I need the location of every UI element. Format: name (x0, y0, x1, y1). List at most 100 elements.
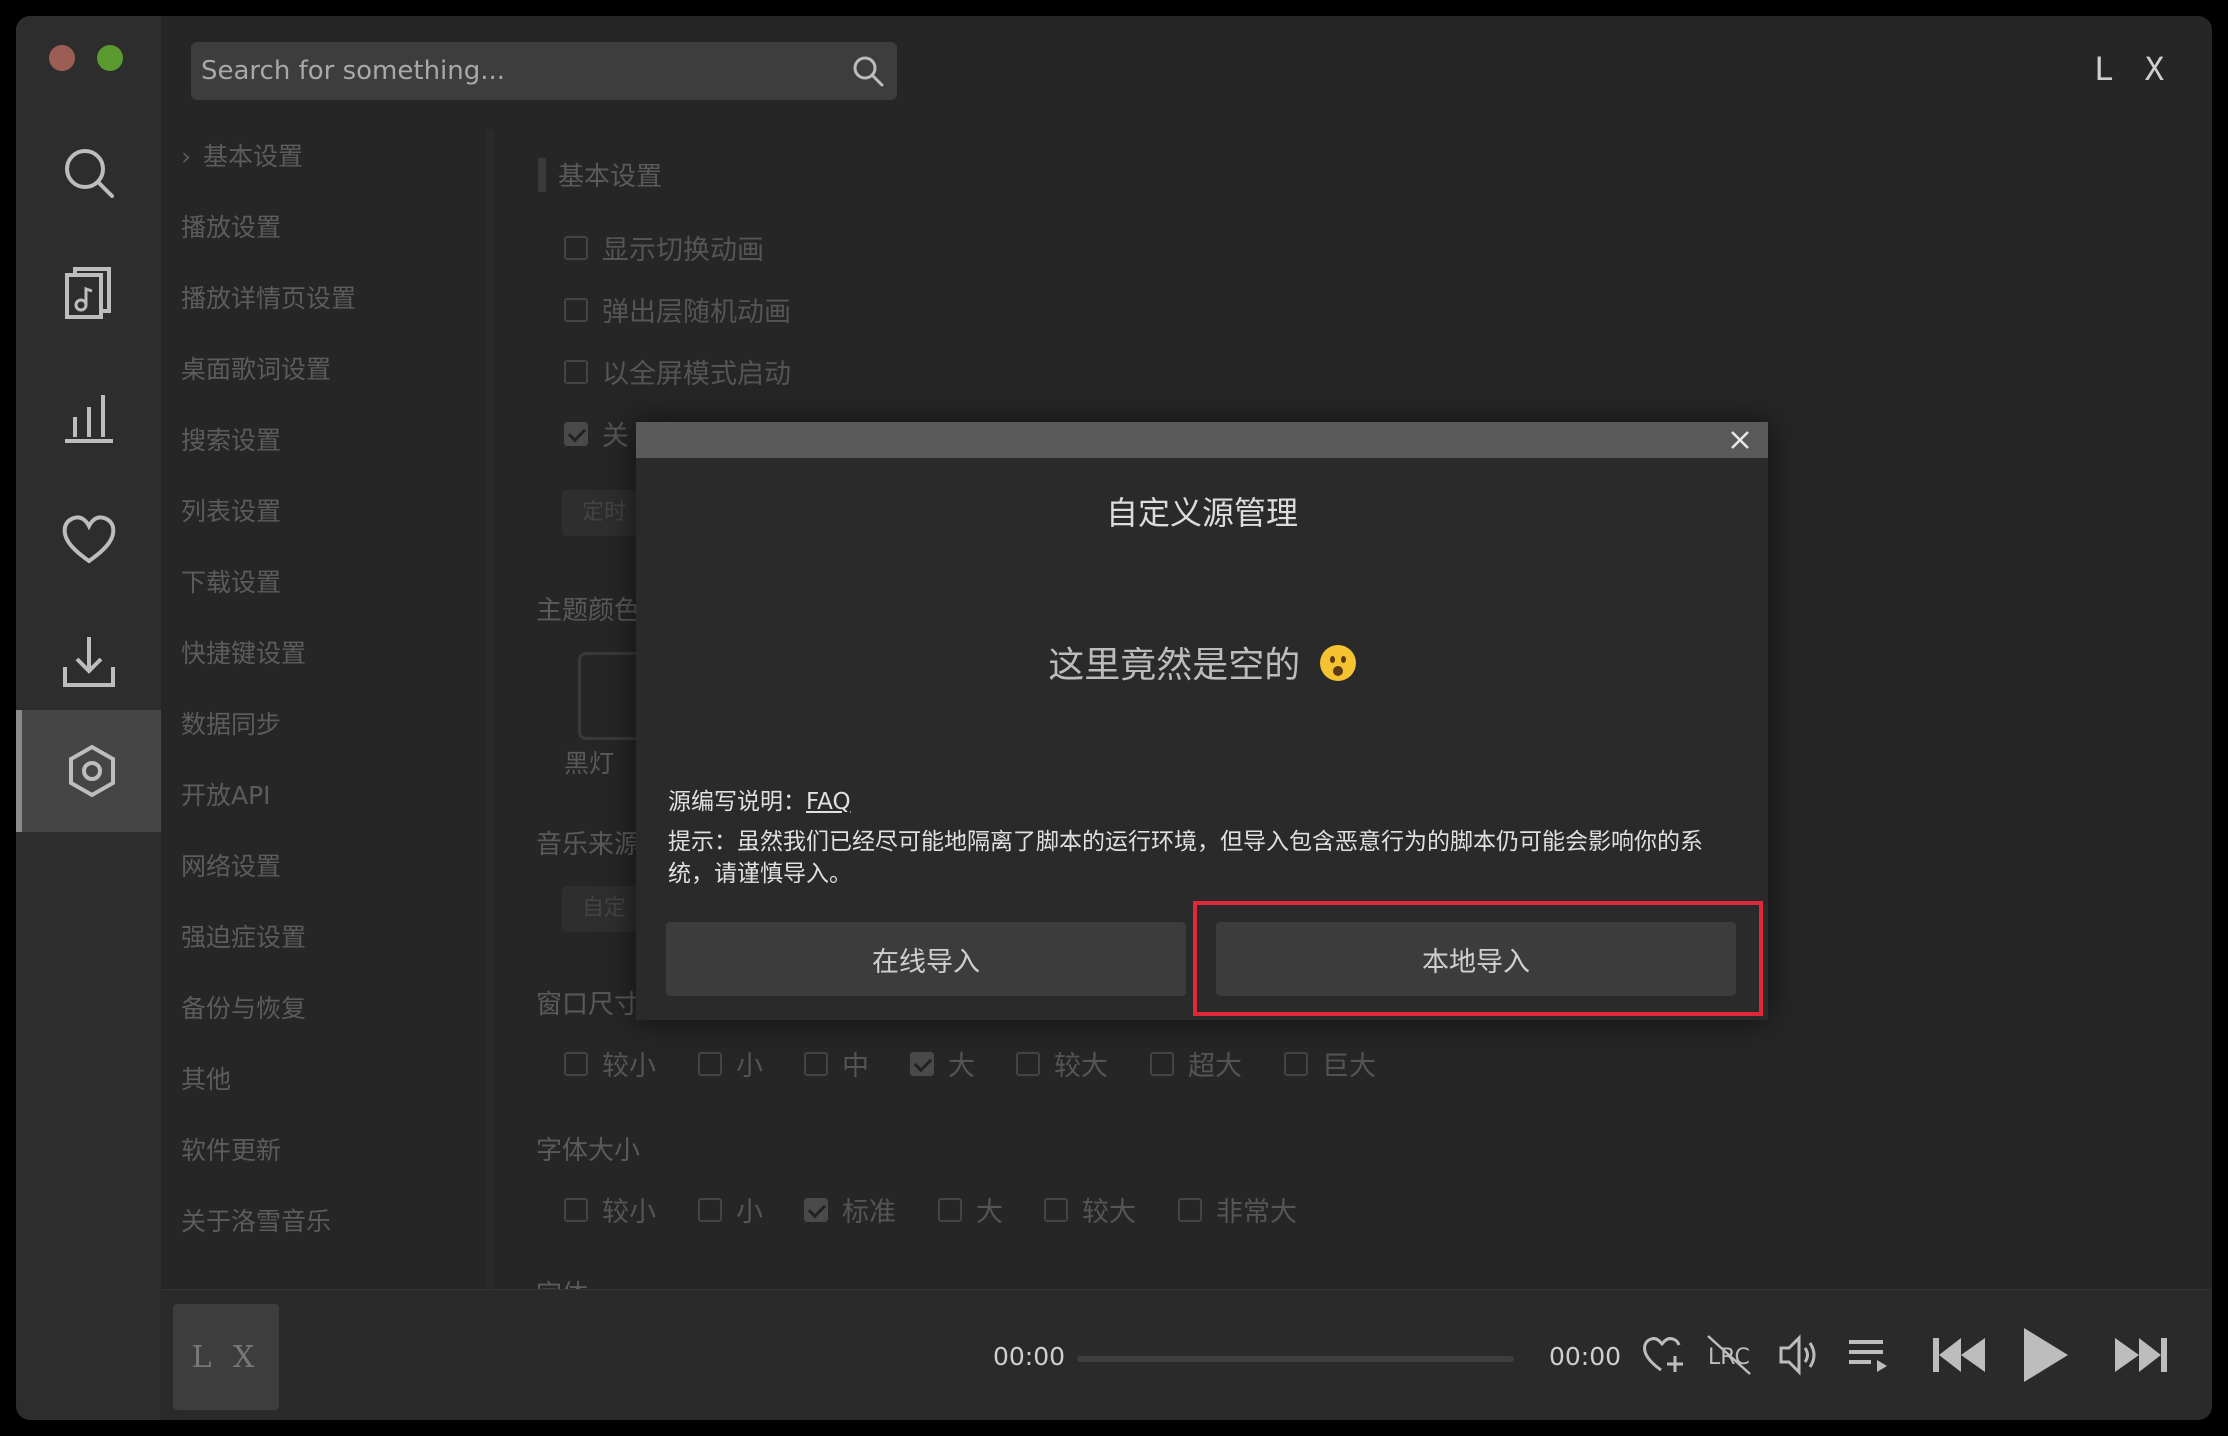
lyrics-button[interactable]: LRC (1706, 1330, 1758, 1380)
total-time: 00:00 (1549, 1342, 1622, 1371)
menu-item-play-detail[interactable]: 播放详情页设置 (161, 273, 481, 344)
next-icon (2115, 1338, 2167, 1372)
close-icon[interactable] (1726, 426, 1754, 454)
checkbox[interactable] (698, 1197, 722, 1222)
player-bar: L X 00:00 00:00 LRC (161, 1289, 2212, 1420)
checkbox[interactable] (564, 1051, 588, 1076)
window-size-option[interactable]: 小 (698, 1044, 763, 1083)
checkbox[interactable] (698, 1051, 722, 1076)
music-doc-icon (64, 267, 111, 319)
option-close[interactable]: 关 (564, 414, 629, 453)
menu-item-play[interactable]: 播放设置 (161, 202, 481, 273)
online-import-button[interactable]: 在线导入 (666, 922, 1186, 996)
menu-item-open-api[interactable]: 开放API (161, 770, 481, 841)
checkbox[interactable] (804, 1051, 828, 1076)
menu-item-update[interactable]: 软件更新 (161, 1125, 481, 1196)
previous-button[interactable] (1929, 1330, 1989, 1380)
option-switch-anim[interactable]: 显示切换动画 (564, 228, 764, 267)
nav-settings[interactable] (16, 710, 161, 832)
album-cover[interactable]: L X (173, 1304, 279, 1410)
nav-leaderboard[interactable] (16, 356, 161, 478)
faq-link[interactable]: FAQ (806, 789, 851, 815)
window-size-option[interactable]: 大 (910, 1044, 975, 1083)
font-size-option[interactable]: 小 (698, 1190, 763, 1229)
checkbox[interactable] (1016, 1051, 1040, 1076)
play-button[interactable] (2018, 1324, 2072, 1386)
close-window-button[interactable] (49, 45, 75, 71)
menu-item-network[interactable]: 网络设置 (161, 841, 481, 912)
nav-song-list[interactable] (16, 234, 161, 356)
menu-item-desktop-lyric[interactable]: 桌面歌词设置 (161, 344, 481, 415)
option-popup-anim[interactable]: 弹出层随机动画 (564, 290, 791, 329)
checkbox[interactable] (1178, 1197, 1202, 1222)
theme-label: 黑灯 (564, 749, 615, 778)
add-favorite-icon (1643, 1337, 1683, 1372)
checkbox[interactable] (1150, 1051, 1174, 1076)
previous-icon (1933, 1338, 1985, 1372)
checkbox[interactable] (1284, 1051, 1308, 1076)
empty-state: 这里竟然是空的 (636, 636, 1768, 688)
window-size-option[interactable]: 较大 (1016, 1044, 1108, 1083)
checkbox-checked[interactable] (804, 1197, 828, 1222)
checkbox[interactable] (564, 1197, 588, 1222)
add-favorite-button[interactable] (1639, 1330, 1689, 1380)
nav-favorites[interactable] (16, 478, 161, 600)
playlist-icon (1849, 1340, 1887, 1372)
nav-rail (16, 16, 161, 1420)
checkbox[interactable] (564, 359, 588, 384)
volume-icon (1779, 1334, 1816, 1376)
checkbox[interactable] (564, 297, 588, 322)
window-size-option[interactable]: 较小 (564, 1044, 656, 1083)
checkbox[interactable] (564, 235, 588, 260)
empty-state-text: 这里竟然是空的 (1048, 645, 1301, 686)
settings-icon (68, 744, 115, 798)
menu-item-backup[interactable]: 备份与恢复 (161, 983, 481, 1054)
checkbox[interactable] (938, 1197, 962, 1222)
menu-item-list[interactable]: 列表设置 (161, 486, 481, 557)
download-icon (62, 637, 115, 687)
playlist-button[interactable] (1843, 1330, 1893, 1380)
option-fullscreen-start[interactable]: 以全屏模式启动 (564, 352, 791, 391)
search-icon (64, 149, 114, 198)
menu-item-search[interactable]: 搜索设置 (161, 415, 481, 486)
settings-menu: › 基本设置 播放设置 播放详情页设置 桌面歌词设置 搜索设置 列表设置 下载设置… (161, 131, 481, 1267)
menu-item-about[interactable]: 关于洛雪音乐 (161, 1196, 481, 1267)
menu-item-basic[interactable]: › 基本设置 (161, 131, 481, 202)
font-size-option[interactable]: 较小 (564, 1190, 656, 1229)
section-title-window-size: 窗口尺寸 (536, 990, 641, 1020)
checkbox-checked[interactable] (564, 421, 588, 446)
dialog-title: 自定义源管理 (1105, 494, 1298, 532)
font-size-option[interactable]: 较大 (1044, 1190, 1136, 1229)
chevron-right-icon: › (181, 142, 191, 171)
play-icon (2024, 1328, 2068, 1382)
checkbox-checked[interactable] (910, 1051, 934, 1076)
section-title-source: 音乐来源 (536, 830, 641, 860)
volume-button[interactable] (1775, 1330, 1825, 1380)
guide-label: 源编写说明： (668, 789, 806, 815)
checkbox[interactable] (1044, 1197, 1068, 1222)
progress-bar[interactable] (1077, 1356, 1514, 1362)
menu-item-odc[interactable]: 强迫症设置 (161, 912, 481, 983)
window-size-option[interactable]: 巨大 (1284, 1044, 1376, 1083)
menu-item-download[interactable]: 下载设置 (161, 557, 481, 628)
hushed-face-emoji-icon (1319, 645, 1356, 681)
next-button[interactable] (2111, 1330, 2171, 1380)
writing-guide: 源编写说明：FAQ (668, 786, 851, 818)
section-title-theme: 主题颜色 (536, 596, 641, 626)
section-title-font-size: 字体大小 (536, 1136, 641, 1166)
window-size-option[interactable]: 中 (804, 1044, 869, 1083)
menu-item-hotkey[interactable]: 快捷键设置 (161, 628, 481, 699)
bar-chart-icon (64, 395, 113, 443)
theme-swatch[interactable] (578, 652, 644, 740)
menu-item-sync[interactable]: 数据同步 (161, 699, 481, 770)
maximize-window-button[interactable] (97, 45, 123, 71)
menu-item-other[interactable]: 其他 (161, 1054, 481, 1125)
svg-text:LRC: LRC (1708, 1345, 1750, 1370)
font-size-option[interactable]: 大 (938, 1190, 1003, 1229)
font-size-option[interactable]: 标准 (804, 1190, 896, 1229)
font-size-option[interactable]: 非常大 (1178, 1190, 1297, 1229)
highlight-box (1193, 901, 1763, 1016)
nav-downloads[interactable] (16, 600, 161, 722)
window-size-option[interactable]: 超大 (1150, 1044, 1242, 1083)
nav-search[interactable] (16, 112, 161, 234)
